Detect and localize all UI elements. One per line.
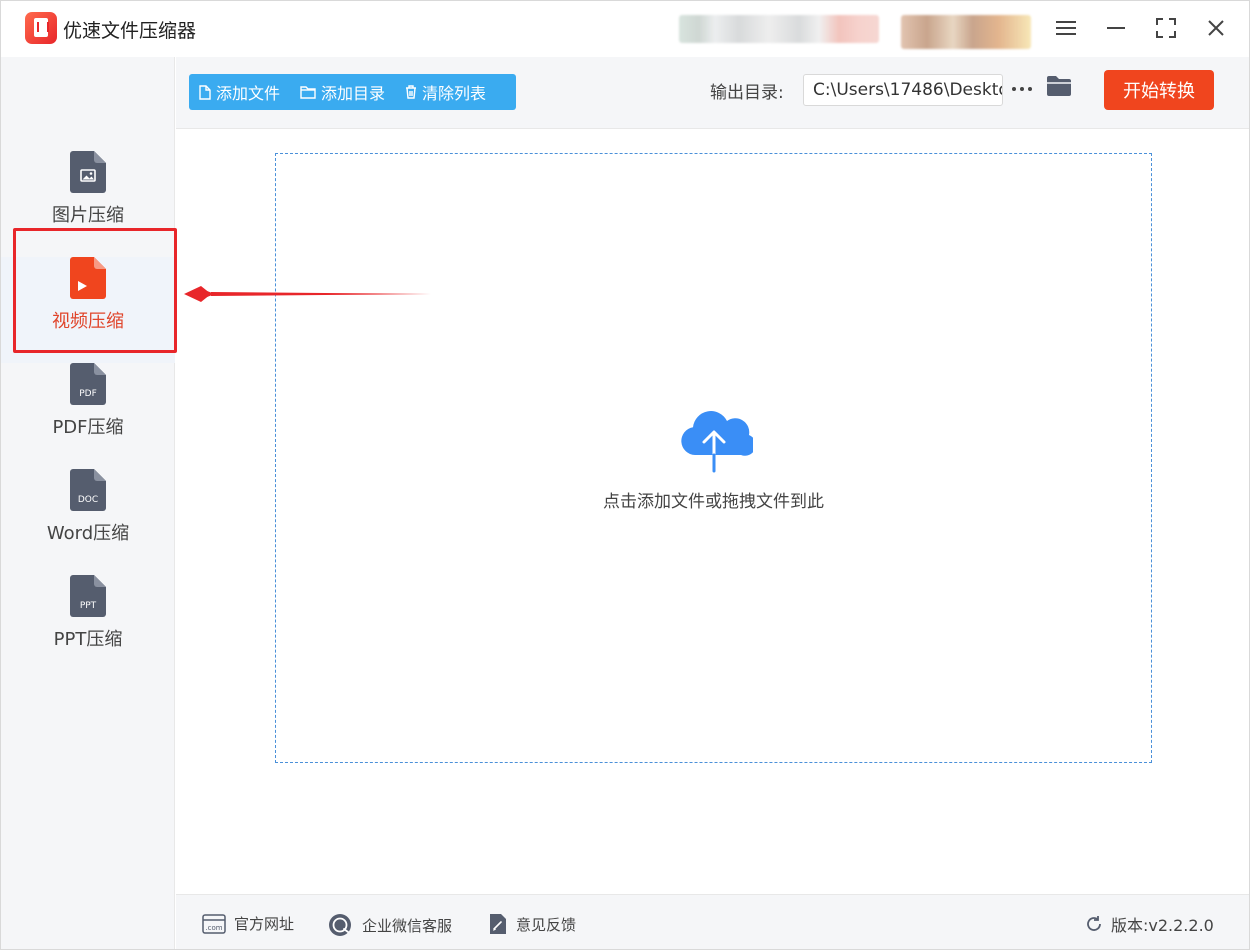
output-dir-label: 输出目录: xyxy=(710,83,784,103)
pdf-file-icon: PDF xyxy=(70,363,106,405)
app-title: 优速文件压缩器 xyxy=(63,20,197,42)
feedback-icon xyxy=(490,914,506,934)
sidebar-item-label: PDF压缩 xyxy=(52,417,124,438)
app-window: 优速文件压缩器 图片压缩 视频压缩 PDF PDF压缩 DOC Word压缩 P… xyxy=(0,0,1250,950)
toolbar: 添加文件 添加目录 清除列表 输出目录: C:\Users\17486\Desk… xyxy=(176,57,1249,129)
add-file-label: 添加文件 xyxy=(216,84,281,103)
official-website-link[interactable]: .com 官方网址 xyxy=(202,913,294,934)
close-icon[interactable] xyxy=(1201,13,1231,43)
blurred-user-badge xyxy=(901,15,1031,49)
menu-icon[interactable] xyxy=(1051,13,1081,43)
image-file-icon xyxy=(70,151,106,193)
minimize-icon[interactable] xyxy=(1101,13,1131,43)
file-icon xyxy=(199,84,211,100)
maximize-icon[interactable] xyxy=(1151,13,1181,43)
sidebar-item-label: PPT压缩 xyxy=(53,629,123,650)
footer: .com 官方网址 企业微信客服 意见反馈 版本:v2.2.2.0 xyxy=(176,894,1249,949)
sidebar: 图片压缩 视频压缩 PDF PDF压缩 DOC Word压缩 PPT PPT压缩 xyxy=(1,57,175,949)
doc-file-icon: DOC xyxy=(70,469,106,511)
official-website-label: 官方网址 xyxy=(234,915,295,933)
wechat-support-label: 企业微信客服 xyxy=(362,916,453,935)
sidebar-item-label: Word压缩 xyxy=(46,523,130,544)
clear-list-label: 清除列表 xyxy=(422,84,487,103)
refresh-icon[interactable] xyxy=(1084,914,1104,934)
highlight-annotation-box xyxy=(13,228,177,353)
open-folder-icon[interactable] xyxy=(1046,75,1076,103)
svg-text:.com: .com xyxy=(205,924,222,932)
feedback-label: 意见反馈 xyxy=(516,915,577,934)
add-folder-label: 添加目录 xyxy=(321,84,386,103)
sidebar-item-label: 图片压缩 xyxy=(52,205,124,226)
blurred-account-info xyxy=(679,15,879,43)
cloud-upload-icon xyxy=(681,411,753,473)
folder-outline-icon xyxy=(300,85,316,99)
app-logo-icon xyxy=(25,12,57,44)
add-file-button[interactable]: 添加文件 xyxy=(199,80,280,104)
title-bar: 优速文件压缩器 xyxy=(1,1,1249,57)
clear-list-button[interactable]: 清除列表 xyxy=(405,80,486,104)
drop-zone-hint: 点击添加文件或拖拽文件到此 xyxy=(603,492,824,512)
output-dir-field[interactable]: C:\Users\17486\Deskto xyxy=(803,74,1003,106)
version-label: 版本:v2.2.2.0 xyxy=(1111,916,1214,935)
website-icon: .com xyxy=(202,913,226,934)
svg-text:PDF: PDF xyxy=(79,389,97,399)
sidebar-item-ppt-compress[interactable]: PPT PPT压缩 xyxy=(1,575,175,681)
version-info: 版本:v2.2.2.0 xyxy=(1084,912,1214,936)
trash-icon xyxy=(406,85,417,99)
ppt-file-icon: PPT xyxy=(70,575,106,617)
wechat-support-link[interactable]: 企业微信客服 xyxy=(328,913,452,937)
feedback-link[interactable]: 意见反馈 xyxy=(488,913,576,935)
annotation-arrow-icon xyxy=(184,286,431,302)
file-drop-zone[interactable]: 点击添加文件或拖拽文件到此 xyxy=(275,153,1152,763)
more-options-icon[interactable] xyxy=(1010,75,1034,103)
svg-text:PPT: PPT xyxy=(80,601,97,611)
start-convert-button[interactable]: 开始转换 xyxy=(1104,70,1214,110)
svg-text:DOC: DOC xyxy=(78,495,98,505)
add-folder-button[interactable]: 添加目录 xyxy=(300,80,385,104)
wechat-support-icon xyxy=(329,914,351,936)
sidebar-item-pdf-compress[interactable]: PDF PDF压缩 xyxy=(1,363,175,469)
sidebar-item-word-compress[interactable]: DOC Word压缩 xyxy=(1,469,175,575)
file-actions-group: 添加文件 添加目录 清除列表 xyxy=(189,74,516,110)
